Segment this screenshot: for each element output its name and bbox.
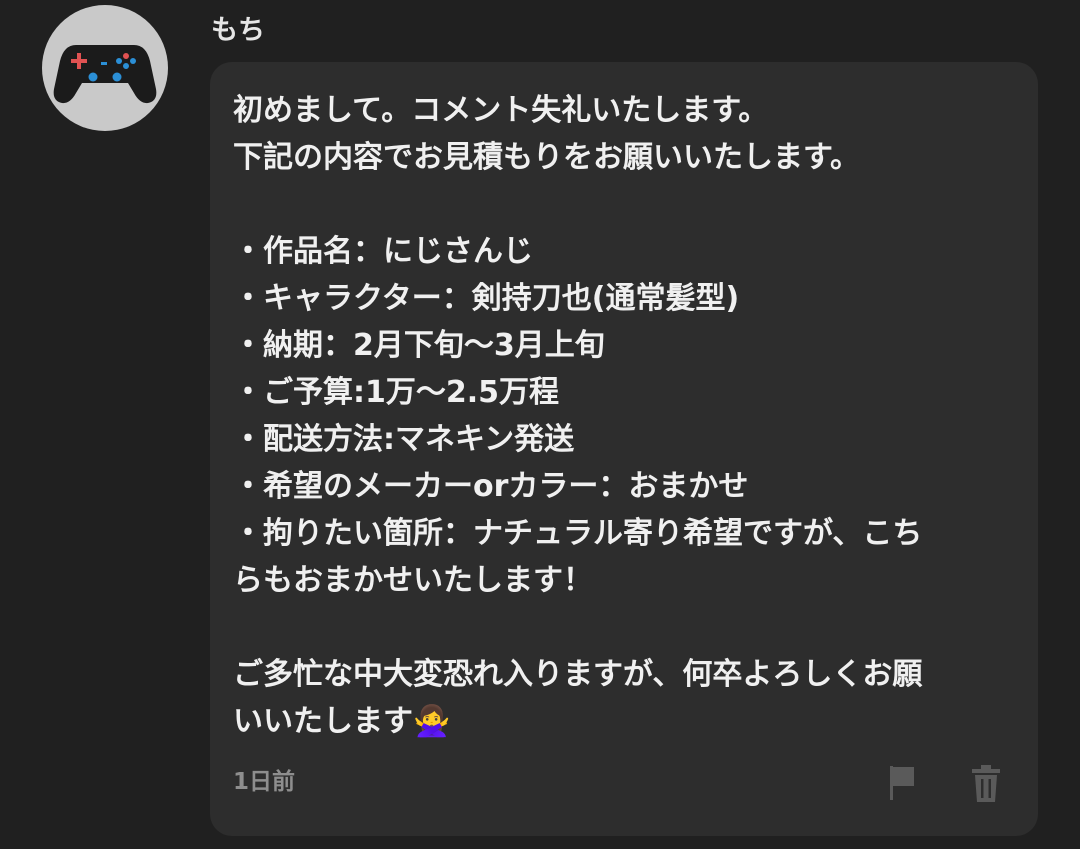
gamepad-icon <box>53 45 157 104</box>
comment-line <box>233 604 1003 651</box>
comment-line: らもおまかせいたします！ <box>233 563 593 598</box>
comment-line: いいたします🙅‍♀️ <box>233 704 451 739</box>
comment-line: ・作品名：にじさんじ <box>233 234 533 269</box>
report-button[interactable] <box>882 762 922 806</box>
comment-line: ・拘りたい箇所：ナチュラル寄り希望ですが、こち <box>233 516 923 551</box>
comment-line: ・ご予算:1万〜2.5万程 <box>233 375 560 410</box>
comment-line: ・キャラクター：剣持刀也(通常髪型) <box>233 281 740 316</box>
comment-line: ・希望のメーカーorカラー：おまかせ <box>233 469 749 504</box>
comment-line: ・配送方法:マネキン発送 <box>233 422 575 457</box>
comment-line: ご多忙な中大変恐れ入りますが、何卒よろしくお願 <box>233 657 923 692</box>
comment-line: 初めまして。コメント失礼いたします。 <box>233 93 769 128</box>
trash-icon <box>972 765 1000 802</box>
flag-icon <box>890 766 914 800</box>
comment-line: ・納期：2月下旬〜3月上旬 <box>233 328 605 363</box>
comment-line: 下記の内容でお見積もりをお願いいたします。 <box>233 140 860 175</box>
delete-button[interactable] <box>966 762 1006 806</box>
comment-timestamp: 1日前 <box>233 769 296 795</box>
comment-line <box>233 181 1003 228</box>
comment-body: 初めまして。コメント失礼いたします。 下記の内容でお見積もりをお願いいたします。… <box>233 87 1003 745</box>
avatar[interactable] <box>42 5 168 131</box>
comment-bubble: 初めまして。コメント失礼いたします。 下記の内容でお見積もりをお願いいたします。… <box>210 62 1038 836</box>
comment-item: もち 初めまして。コメント失礼いたします。 下記の内容でお見積もりをお願いいたし… <box>0 0 1080 849</box>
author-name[interactable]: もち <box>211 14 265 48</box>
